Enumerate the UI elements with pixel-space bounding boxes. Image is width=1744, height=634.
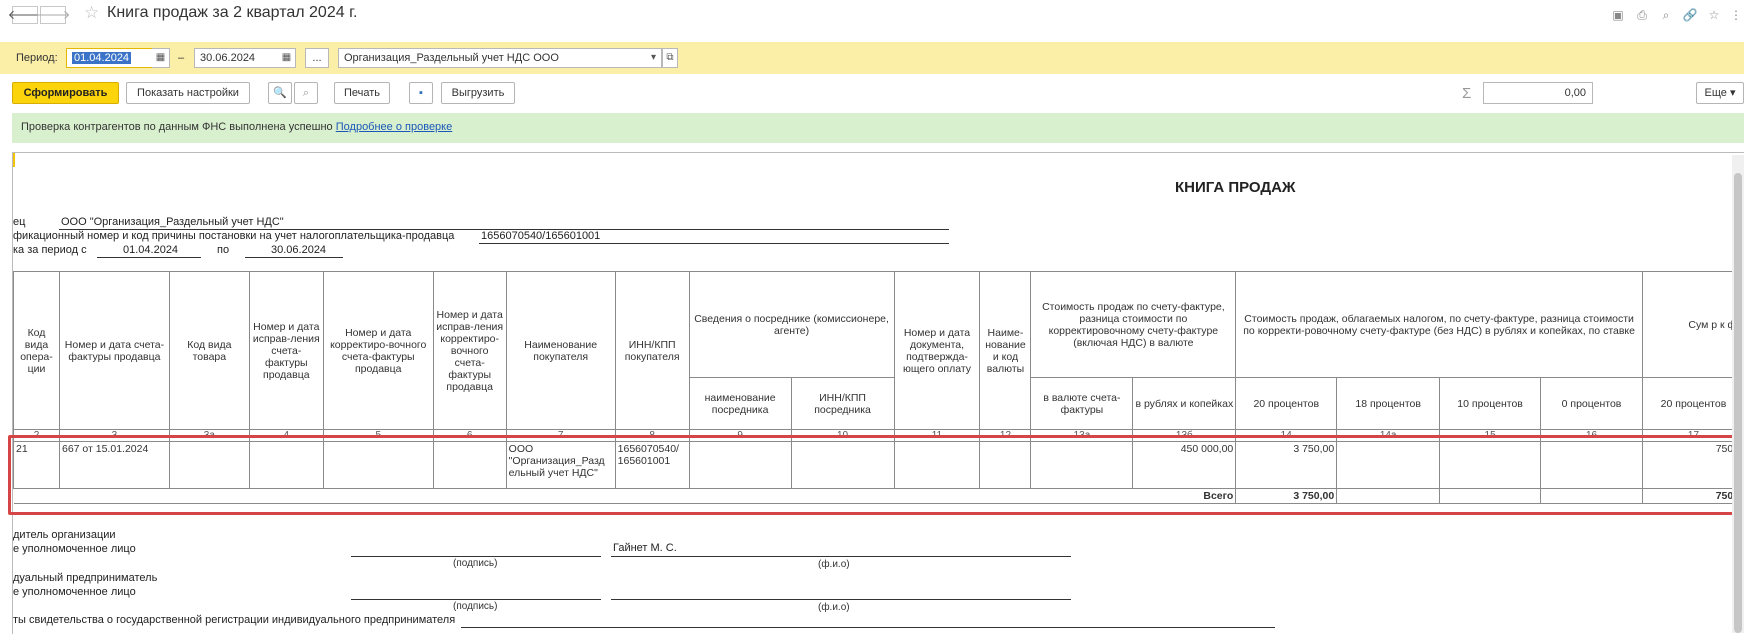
notice-link[interactable]: Подробнее о проверке: [336, 121, 452, 133]
inn-label: фикационный номер и код причины постанов…: [13, 230, 454, 242]
highlight-frame: [8, 435, 1741, 515]
col-taxed-group: Стоимость продаж, облагаемых налогом, по…: [1236, 272, 1643, 378]
window-title: Книга продаж за 2 квартал 2024 г.: [107, 4, 357, 22]
sign-caption-2: (подпись): [453, 601, 497, 612]
sum-icon: Σ: [1462, 85, 1471, 102]
vertical-scrollbar[interactable]: [1732, 155, 1744, 633]
sign-caption-1: (подпись): [453, 558, 497, 569]
back-button[interactable]: 🡐: [12, 6, 38, 24]
col-0-percent: 0 процентов: [1541, 378, 1643, 430]
col-agent-group: Сведения о посреднике (комиссионере, аге…: [689, 272, 894, 378]
col-goods-code: Код вида товара: [169, 272, 249, 430]
head-label-1: дитель организации: [13, 529, 116, 541]
col-adjustment: Номер и дата корректиро-вочного счета-фа…: [323, 272, 433, 430]
seller-name: ООО "Организация_Раздельный учет НДС": [61, 216, 284, 228]
head-name: Гайнет М. С.: [613, 542, 677, 554]
notice-text: Проверка контрагентов по данным ФНС выпо…: [21, 121, 336, 133]
search-icon: 🔍: [273, 87, 287, 99]
period-dash: –: [178, 52, 184, 64]
fio-caption-1: (ф.и.о): [818, 559, 850, 570]
ip-label-2: е уполномоченное лицо: [13, 586, 136, 598]
col-rub-amount: в рублях и копейках: [1133, 378, 1236, 430]
col-adj-correction: Номер и дата исправ-ления корректиро-воч…: [433, 272, 506, 430]
col-currency: Наиме-нование и код валюты: [980, 272, 1031, 430]
col-buyer: Наименование покупателя: [506, 272, 615, 430]
star-icon[interactable]: ☆: [1706, 7, 1722, 23]
seller-inn: 1656070540/165601001: [481, 230, 600, 242]
col-10-percent: 10 процентов: [1440, 378, 1541, 430]
show-settings-button[interactable]: Показать настройки: [126, 82, 250, 104]
col-op-code: Код вида опера-ции: [14, 272, 60, 430]
col-vat-group: Сум р к фа: [1642, 272, 1744, 378]
print-icon[interactable]: ⎙: [1634, 7, 1650, 23]
sum-field[interactable]: 0,00: [1483, 82, 1593, 104]
col-vat-20-percent: 20 процентов: [1642, 378, 1744, 430]
period-select-button[interactable]: ...: [305, 48, 329, 68]
head-label-2: е уполномоченное лицо: [13, 543, 136, 555]
arrow-right-icon: 🡒: [36, 7, 71, 23]
save-button[interactable]: ▪: [409, 82, 433, 104]
period-label: Период:: [16, 52, 58, 64]
link-icon[interactable]: 🔗: [1682, 7, 1698, 23]
period-to-label: по: [217, 244, 229, 256]
col-buyer-inn: ИНН/КПП покупателя: [615, 272, 689, 430]
report-title: КНИГА ПРОДАЖ: [1175, 179, 1295, 196]
period-from-field[interactable]: 01.04.2024: [66, 48, 154, 68]
report-area[interactable]: КНИГА ПРОДАЖ ец ООО "Организация_Раздель…: [12, 152, 1744, 634]
col-currency-amount: в валюте счета-фактуры: [1031, 378, 1133, 430]
report-period-to: 30.06.2024: [271, 244, 326, 256]
preview-icon[interactable]: ⌕: [1658, 7, 1674, 23]
col-payment-doc: Номер и дата документа, подтвержда-ющего…: [894, 272, 980, 430]
open-icon[interactable]: ⧉: [662, 48, 678, 68]
period-to-field[interactable]: 30.06.2024: [194, 48, 280, 68]
col-invoice: Номер и дата счета-фактуры продавца: [59, 272, 169, 430]
col-agent-name: наименование посредника: [689, 378, 791, 430]
calendar-to-icon[interactable]: ▦: [278, 48, 296, 68]
floppy-icon: ▪: [419, 87, 423, 99]
period-label-report: ка за период с: [13, 244, 87, 256]
more-button[interactable]: Еще ▾: [1696, 82, 1744, 104]
col-cost-group: Стоимость продаж по счету-фактуре, разни…: [1031, 272, 1236, 378]
search-button[interactable]: 🔍: [268, 82, 292, 104]
seller-label: ец: [13, 216, 25, 228]
save-icon[interactable]: ▣: [1610, 7, 1626, 23]
ip-label-1: дуальный предприниматель: [13, 572, 157, 584]
period-band: Период: 01.04.2024 ▦ – 30.06.2024 ▦ ... …: [0, 42, 1744, 74]
organization-field[interactable]: Организация_Раздельный учет НДС ООО: [338, 48, 648, 68]
generate-button[interactable]: Сформировать: [12, 82, 119, 104]
search-cancel-button[interactable]: ⌕: [294, 82, 318, 104]
more-vertical-icon[interactable]: ⋮: [1728, 7, 1744, 23]
calendar-from-icon[interactable]: ▦: [152, 48, 170, 68]
certificate-label: ты свидетельства о государственной регис…: [13, 614, 455, 626]
col-18-percent: 18 процентов: [1337, 378, 1440, 430]
fns-check-notice: Проверка контрагентов по данным ФНС выпо…: [12, 113, 1744, 143]
report-period-from: 01.04.2024: [123, 244, 178, 256]
print-button[interactable]: Печать: [334, 82, 390, 104]
col-correction: Номер и дата исправ-ления счета-фактуры …: [249, 272, 323, 430]
chevron-down-icon[interactable]: ▾: [646, 48, 662, 68]
search-cancel-icon: ⌕: [303, 87, 309, 99]
fio-caption-2: (ф.и.о): [818, 602, 850, 613]
col-agent-inn: ИНН/КПП посредника: [791, 378, 894, 430]
col-20-percent: 20 процентов: [1236, 378, 1337, 430]
scroll-thumb[interactable]: [1734, 173, 1742, 633]
cell-cursor: [13, 153, 15, 167]
forward-button[interactable]: 🡒: [40, 6, 66, 24]
export-button[interactable]: Выгрузить: [441, 82, 515, 104]
favorite-star-icon[interactable]: ☆: [84, 3, 99, 23]
